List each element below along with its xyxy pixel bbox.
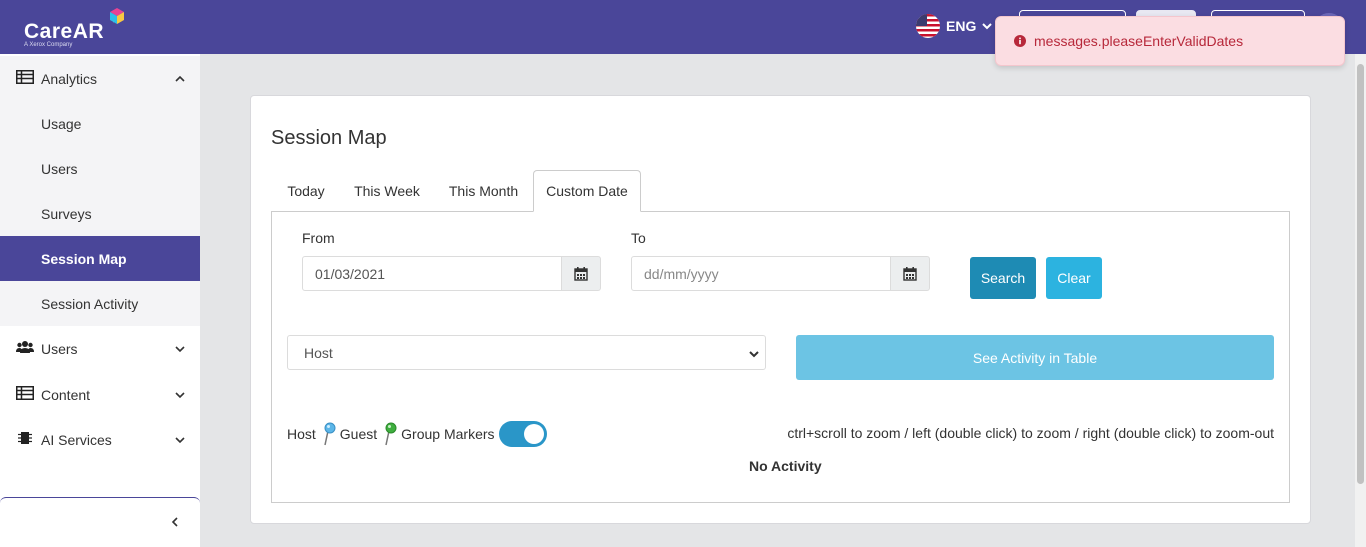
chevron-up-icon: [175, 75, 185, 82]
to-label: To: [631, 230, 646, 246]
sidebar-item-label: Analytics: [41, 70, 98, 87]
legend-group-markers-label: Group Markers: [401, 426, 495, 442]
toggle-knob: [523, 424, 544, 444]
toast-message: messages.pleaseEnterValidDates: [1034, 33, 1244, 49]
error-icon: [1014, 35, 1026, 47]
sidebar-item-label: AI Services: [41, 431, 112, 448]
tab-today[interactable]: Today: [272, 170, 340, 212]
group-markers-toggle[interactable]: [498, 421, 547, 447]
tab-custom-date[interactable]: Custom Date: [533, 170, 641, 212]
calendar-icon: [903, 266, 917, 281]
marker-legend: Host Guest Group Markers: [287, 420, 547, 448]
chevron-down-icon: [175, 346, 185, 353]
chip-icon: [18, 432, 32, 444]
sidebar-item-users-analytics[interactable]: Users: [0, 146, 200, 191]
sidebar-item-label: Surveys: [41, 205, 92, 222]
sidebar-item-session-map[interactable]: Session Map: [0, 236, 200, 281]
table-icon: [16, 70, 34, 84]
chevron-left-icon[interactable]: [170, 516, 180, 528]
sidebar-item-surveys[interactable]: Surveys: [0, 191, 200, 236]
sidebar-item-session-activity[interactable]: Session Activity: [0, 281, 200, 326]
sidebar-item-analytics[interactable]: Analytics: [0, 56, 200, 101]
page-title: Session Map: [271, 127, 387, 149]
sidebar-item-content[interactable]: Content: [0, 372, 200, 417]
legend-guest-label: Guest: [339, 426, 378, 442]
sidebar-footer: [0, 497, 200, 547]
sidebar-item-label: Usage: [41, 115, 82, 132]
us-flag-icon: [916, 14, 940, 38]
from-date-input[interactable]: [302, 256, 562, 291]
language-label: ENG: [946, 18, 977, 34]
logo[interactable]: CareAR ™ A Xerox Company: [24, 8, 134, 50]
logo-cube-icon: [110, 8, 124, 24]
page-scrollbar-thumb[interactable]: [1357, 64, 1364, 484]
zoom-hint: ctrl+scroll to zoom / left (double click…: [787, 425, 1274, 441]
role-select[interactable]: Host: [287, 335, 766, 370]
sidebar: Analytics Usage Users Surveys Session Ma…: [0, 54, 200, 547]
from-label: From: [302, 230, 335, 246]
clear-button[interactable]: Clear: [1046, 257, 1102, 299]
sidebar-item-label: Content: [41, 386, 91, 403]
chevron-down-icon: [175, 392, 185, 399]
role-select-value: Host: [304, 344, 333, 361]
tab-this-week[interactable]: This Week: [342, 170, 432, 212]
sidebar-item-users[interactable]: Users: [0, 326, 200, 371]
see-activity-table-button[interactable]: See Activity in Table: [796, 335, 1274, 380]
tab-this-month[interactable]: This Month: [436, 170, 531, 212]
sidebar-item-label: Users: [41, 160, 78, 177]
from-calendar-button[interactable]: [561, 256, 601, 291]
logo-tagline: A Xerox Company: [24, 42, 73, 48]
chevron-down-icon: [982, 23, 993, 30]
search-button[interactable]: Search: [970, 257, 1036, 299]
calendar-icon: [574, 266, 588, 281]
to-calendar-button[interactable]: [890, 256, 930, 291]
language-selector[interactable]: ENG: [916, 14, 993, 38]
error-toast: messages.pleaseEnterValidDates: [995, 16, 1345, 66]
chevron-down-icon: [175, 437, 185, 444]
to-date-input[interactable]: [631, 256, 891, 291]
legend-host-label: Host: [287, 426, 316, 442]
users-icon: [16, 341, 34, 353]
logo-text: CareAR: [24, 20, 105, 43]
sidebar-item-label: Session Activity: [41, 295, 139, 312]
sidebar-item-label: Session Map: [41, 250, 127, 267]
no-activity-message: No Activity: [749, 458, 822, 474]
table-icon: [16, 386, 34, 400]
guest-pin-icon: [385, 422, 397, 446]
sidebar-item-label: Users: [41, 340, 78, 357]
host-pin-icon: [324, 422, 336, 446]
sidebar-item-ai-services[interactable]: AI Services: [0, 417, 200, 462]
chevron-down-icon: [749, 351, 759, 358]
sidebar-item-usage[interactable]: Usage: [0, 101, 200, 146]
